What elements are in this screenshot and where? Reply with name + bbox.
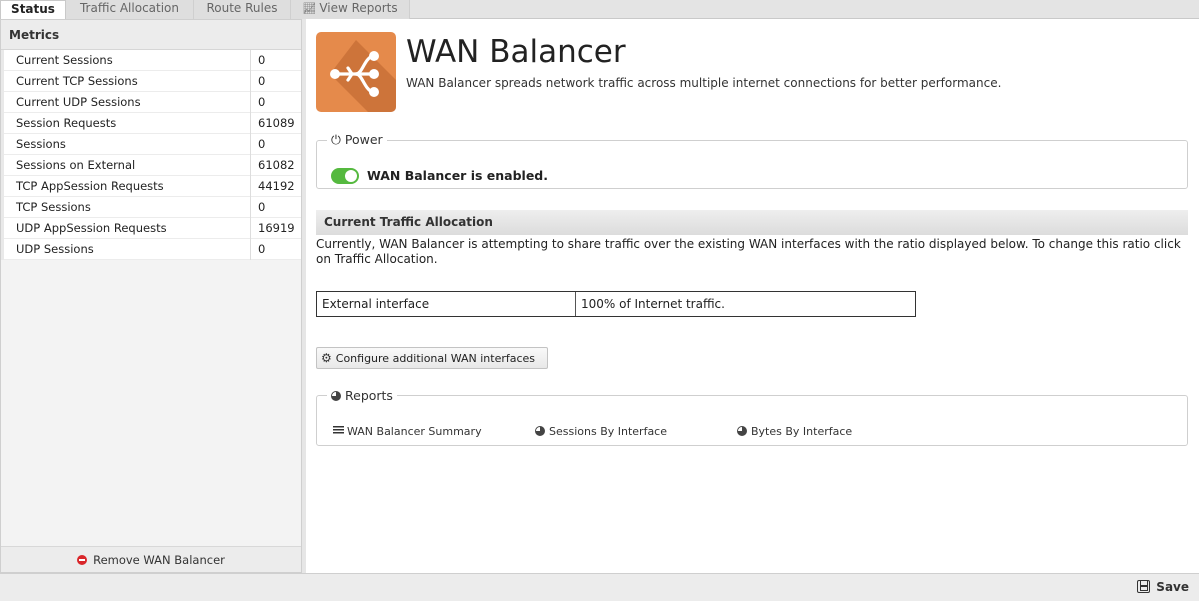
metrics-title: Metrics <box>1 20 301 50</box>
remove-icon <box>77 555 88 565</box>
report-link-wan-balancer-summary[interactable]: WAN Balancer Summary <box>333 425 482 438</box>
traffic-allocation-description: Currently, WAN Balancer is attempting to… <box>316 237 1181 266</box>
metric-name: Current TCP Sessions <box>1 71 251 92</box>
metrics-panel: Metrics Current Sessions 0 Current TCP Se… <box>0 19 302 573</box>
report-link-label: Bytes By Interface <box>751 425 853 438</box>
chart-icon: 📈︎ <box>302 2 317 15</box>
metrics-table: Current Sessions 0 Current TCP Sessions 0 … <box>1 50 301 260</box>
metric-row: Sessions 0 <box>1 134 301 155</box>
metric-value: 0 <box>258 137 266 151</box>
tab-view-reports[interactable]: 📈︎ View Reports <box>291 0 410 19</box>
report-link-label: Sessions By Interface <box>549 425 667 438</box>
metric-value: 61082 <box>258 158 295 172</box>
metric-row: TCP AppSession Requests 44192 <box>1 176 301 197</box>
page-title: WAN Balancer <box>406 34 626 70</box>
tab-traffic-allocation[interactable]: Traffic Allocation <box>66 0 194 19</box>
power-section: ⏻ Power WAN Balancer is enabled. <box>316 132 1188 189</box>
metric-value: 0 <box>258 74 266 88</box>
power-toggle[interactable] <box>331 168 359 184</box>
report-link-label: WAN Balancer Summary <box>347 425 482 438</box>
tab-route-rules[interactable]: Route Rules <box>194 0 291 19</box>
metric-row: TCP Sessions 0 <box>1 197 301 218</box>
remove-app-button[interactable]: Remove WAN Balancer <box>1 546 301 572</box>
reports-legend-label: Reports <box>345 388 393 403</box>
power-legend-label: Power <box>344 132 383 147</box>
app-description: WAN Balancer spreads network traffic acr… <box>406 76 1002 90</box>
metric-name: Current UDP Sessions <box>1 92 251 113</box>
metric-value: 0 <box>258 200 266 214</box>
power-icon: ⏻ <box>331 132 341 147</box>
reports-section: Reports WAN Balancer Summary Sessions By… <box>316 388 1188 446</box>
metric-row: Session Requests 61089 <box>1 113 301 134</box>
pie-chart-icon <box>331 391 341 401</box>
metric-row: Current Sessions 0 <box>1 50 301 71</box>
save-button[interactable]: Save <box>1137 580 1189 594</box>
metric-name: UDP Sessions <box>1 239 251 260</box>
power-legend: ⏻ Power <box>327 132 387 148</box>
configure-wan-interfaces-label: Configure additional WAN interfaces <box>335 352 536 365</box>
metric-value: 16919 <box>258 221 295 235</box>
main-content: WAN Balancer WAN Balancer spreads networ… <box>306 19 1199 573</box>
metric-name: UDP AppSession Requests <box>1 218 251 239</box>
metric-value: 0 <box>258 95 266 109</box>
metric-name: TCP AppSession Requests <box>1 176 251 197</box>
metric-value: 61089 <box>258 116 295 130</box>
wan-balancer-icon <box>316 32 396 112</box>
metric-name: Current Sessions <box>1 50 251 71</box>
metric-row: Current TCP Sessions 0 <box>1 71 301 92</box>
metric-name: Session Requests <box>1 113 251 134</box>
report-link-bytes-by-interface[interactable]: Bytes By Interface <box>737 425 852 438</box>
allocation-interface: External interface <box>317 292 576 316</box>
metric-row: UDP AppSession Requests 16919 <box>1 218 301 239</box>
traffic-allocation-heading: Current Traffic Allocation <box>316 210 1188 235</box>
tab-status[interactable]: Status <box>0 0 66 20</box>
save-icon <box>1137 580 1151 593</box>
report-link-sessions-by-interface[interactable]: Sessions By Interface <box>535 425 667 438</box>
pie-chart-icon <box>535 426 545 436</box>
metric-name: TCP Sessions <box>1 197 251 218</box>
remove-app-label: Remove WAN Balancer <box>93 553 225 567</box>
metric-row: Sessions on External 61082 <box>1 155 301 176</box>
metric-value: 0 <box>258 242 266 256</box>
save-label: Save <box>1156 580 1189 594</box>
configure-wan-interfaces-button[interactable]: ⚙ Configure additional WAN interfaces <box>316 347 548 369</box>
metric-value: 0 <box>258 53 266 67</box>
metric-name: Sessions on External <box>1 155 251 176</box>
bottom-toolbar: Save <box>0 573 1199 601</box>
power-status-text: WAN Balancer is enabled. <box>367 168 548 183</box>
gears-icon: ⚙ <box>321 351 332 365</box>
tab-view-reports-label: View Reports <box>319 1 398 15</box>
tab-bar: Status Traffic Allocation Route Rules 📈︎… <box>0 0 1199 20</box>
pie-chart-icon <box>737 426 747 436</box>
metric-row: UDP Sessions 0 <box>1 239 301 260</box>
metric-row: Current UDP Sessions 0 <box>1 92 301 113</box>
allocation-table: External interface 100% of Internet traf… <box>316 291 916 317</box>
reports-legend: Reports <box>327 388 397 403</box>
metric-value: 44192 <box>258 179 295 193</box>
list-icon <box>333 426 344 435</box>
allocation-share: 100% of Internet traffic. <box>581 297 725 311</box>
metric-name: Sessions <box>1 134 251 155</box>
